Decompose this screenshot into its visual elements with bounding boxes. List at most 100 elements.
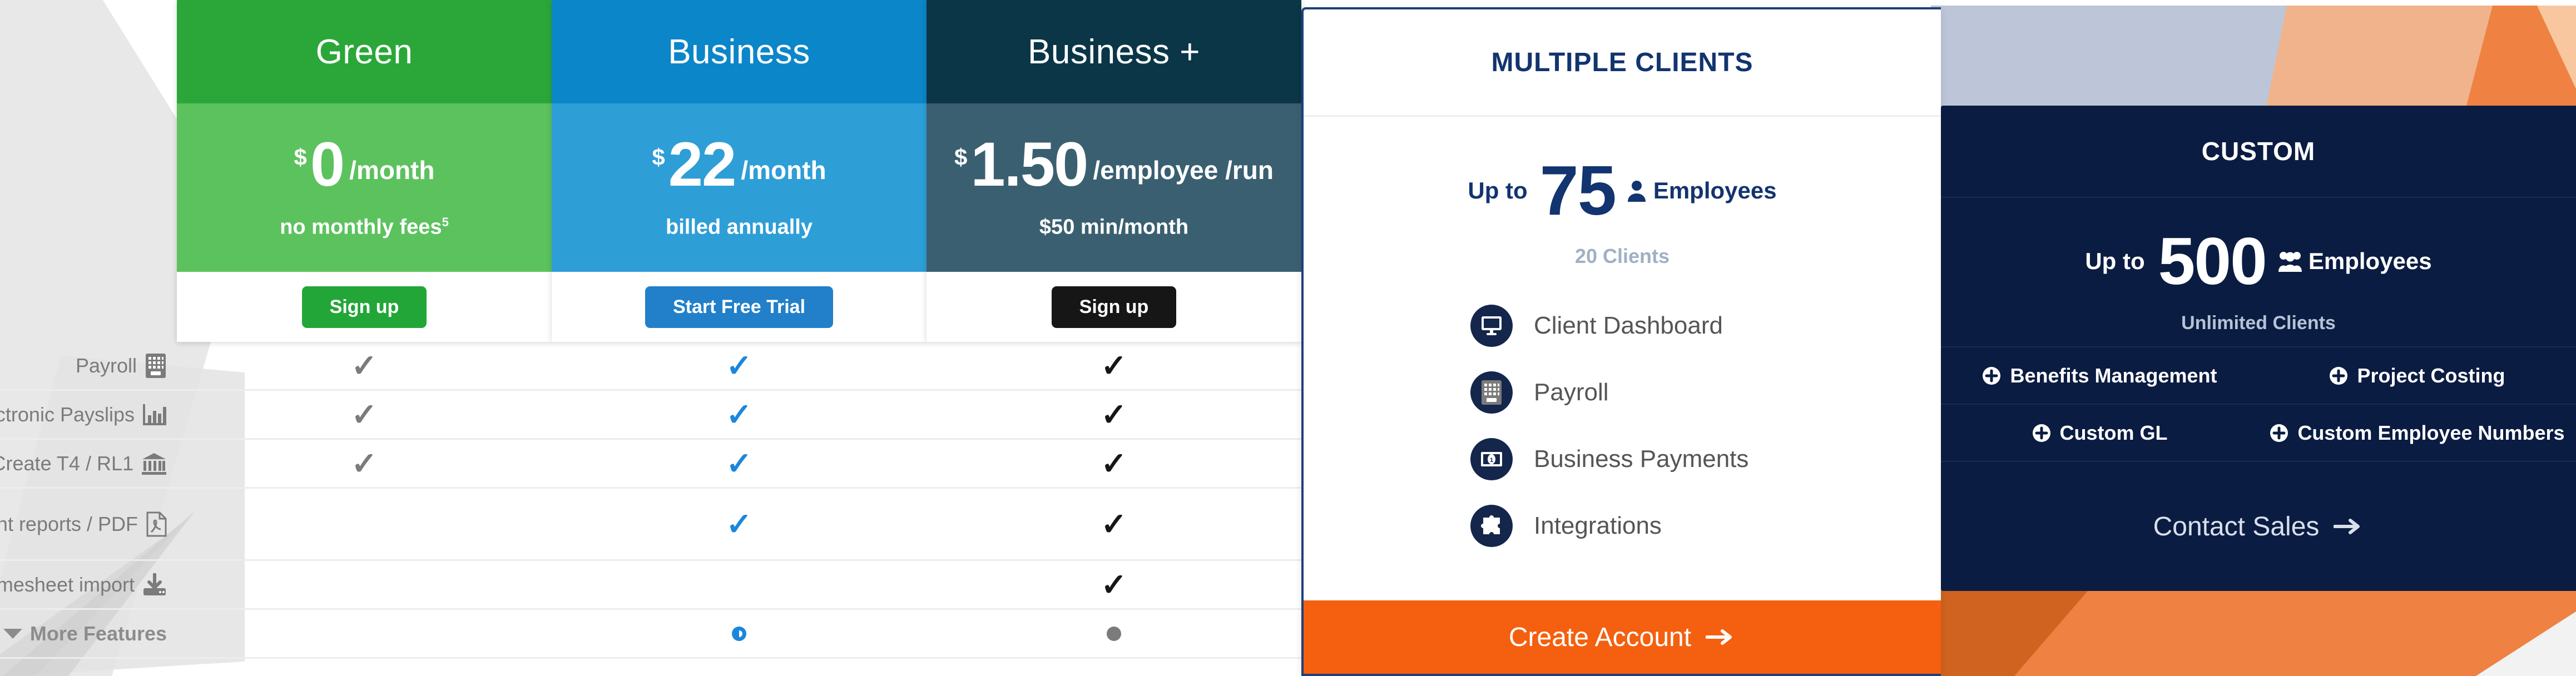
download-icon xyxy=(142,573,167,597)
feature-row: Print reports / PDF ✓ ✓ xyxy=(0,489,1301,561)
half-circle-icon xyxy=(732,626,746,641)
custom-addons-grid: Benefits Management Project Costing Custom… xyxy=(1941,346,2576,462)
feature-label-cell: Create T4 / RL1 xyxy=(0,452,177,475)
multiple-clients-feature-item: Payroll xyxy=(1470,371,1941,414)
multiple-clients-feature-item: Integrations xyxy=(1470,505,1941,547)
multiple-clients-feature-label: Payroll xyxy=(1534,379,1609,406)
arrow-right-icon xyxy=(2334,519,2360,534)
more-features-row[interactable]: More Features xyxy=(0,610,1301,659)
person-icon xyxy=(1627,181,1646,202)
employee-count: 75 xyxy=(1539,151,1617,230)
more-features-label: More Features xyxy=(29,622,167,645)
plan-header-green: Green xyxy=(177,0,552,103)
feature-row: Create T4 / RL1 ✓ ✓ ✓ xyxy=(0,440,1301,489)
checkmark-icon: ✓ xyxy=(1101,566,1127,602)
price-period: /month xyxy=(741,156,826,185)
checkmark-icon: ✓ xyxy=(726,347,752,383)
monitor-icon xyxy=(1470,305,1513,347)
bank-icon xyxy=(141,452,167,475)
multiple-clients-feature-label: Business Payments xyxy=(1534,445,1749,473)
currency-symbol: $ xyxy=(294,144,307,171)
puzzle-icon xyxy=(1470,505,1513,547)
plan-price-business: $ 22 /month billed annually xyxy=(552,103,927,272)
currency-symbol: $ xyxy=(652,144,665,171)
feature-cell-business-plus: ✓ xyxy=(927,569,1301,600)
plan-cta-area-business-plus: Sign up xyxy=(927,272,1301,342)
feature-cell-business-plus: ✓ xyxy=(927,448,1301,479)
price-amount: 22 xyxy=(668,130,737,200)
multiple-clients-feature-label: Integrations xyxy=(1534,512,1662,539)
checkmark-icon: ✓ xyxy=(1101,396,1127,432)
more-features-toggle[interactable]: More Features xyxy=(0,622,177,645)
signup-button-business-plus[interactable]: Sign up xyxy=(1051,286,1177,328)
plan-card-business-plus[interactable]: Business + $ 1.50 /employee /run $50 min… xyxy=(927,0,1301,342)
checkmark-icon: ✓ xyxy=(726,445,752,481)
price-row: $ 1.50 /employee /run xyxy=(954,130,1274,200)
custom-addon-item[interactable]: Custom GL xyxy=(1941,405,2258,462)
feature-label: Electronic Payslips xyxy=(0,402,135,426)
plan-cards-region: Green $ 0 /month no monthly fees5 Sign u… xyxy=(177,0,1301,342)
more-features-cell-business xyxy=(552,626,927,641)
multiple-clients-title: MULTIPLE CLIENTS xyxy=(1304,9,1941,117)
price-note-text: $50 min/month xyxy=(1039,215,1189,239)
feature-row: Electronic Payslips ✓ ✓ ✓ xyxy=(0,391,1301,440)
feature-row: Timesheet import ✓ xyxy=(0,561,1301,610)
plan-price-green: $ 0 /month no monthly fees5 xyxy=(177,103,552,272)
checkmark-icon: ✓ xyxy=(1101,506,1127,541)
multiple-clients-feature-item: 1 Business Payments xyxy=(1470,438,1941,480)
employees-label-wrap: Employees xyxy=(1627,177,1777,204)
people-group-icon xyxy=(2278,252,2302,272)
banknote-icon: 1 xyxy=(1470,438,1513,480)
multiple-clients-feature-item: Client Dashboard xyxy=(1470,305,1941,347)
multiple-clients-feature-label: Client Dashboard xyxy=(1534,312,1723,339)
svg-text:1: 1 xyxy=(1490,457,1493,464)
feature-cell-business-plus: ✓ xyxy=(927,399,1301,430)
employees-label: Employees xyxy=(2308,248,2432,274)
custom-addon-item[interactable]: Custom Employee Numbers xyxy=(2258,405,2576,462)
price-amount: 0 xyxy=(310,130,345,200)
feature-label: Print reports / PDF xyxy=(0,512,138,535)
create-account-button[interactable]: Create Account xyxy=(1304,600,1941,674)
plan-card-list: Green $ 0 /month no monthly fees5 Sign u… xyxy=(177,0,1301,342)
checkmark-icon: ✓ xyxy=(726,396,752,432)
price-note: billed annually xyxy=(666,215,813,240)
custom-addon-item[interactable]: Project Costing xyxy=(2258,347,2576,405)
price-note-text: no monthly fees xyxy=(280,215,442,239)
more-features-cell-business-plus xyxy=(927,626,1301,641)
feature-row: Payroll ✓ ✓ ✓ xyxy=(0,342,1301,391)
plan-price-business-plus: $ 1.50 /employee /run $50 min/month xyxy=(927,103,1301,272)
signup-button-green[interactable]: Sign up xyxy=(301,286,427,328)
checkmark-icon: ✓ xyxy=(351,396,378,432)
price-amount: 1.50 xyxy=(970,130,1088,200)
feature-cell-business-plus: ✓ xyxy=(927,506,1301,541)
plus-circle-icon xyxy=(2330,366,2348,385)
multiple-clients-panel: MULTIPLE CLIENTS Up to 75 Employees 20 C… xyxy=(1301,7,1941,676)
start-free-trial-button[interactable]: Start Free Trial xyxy=(645,286,834,328)
contact-sales-button[interactable]: Contact Sales xyxy=(1941,462,2576,591)
feature-cell-green: ✓ xyxy=(177,448,552,479)
create-account-label: Create Account xyxy=(1508,622,1692,652)
feature-label: Payroll xyxy=(75,354,137,377)
pdf-icon xyxy=(146,511,167,537)
clients-count-label: Unlimited Clients xyxy=(2181,312,2336,334)
feature-cell-business: ✓ xyxy=(552,448,927,479)
calculator-icon xyxy=(145,353,167,379)
price-note-text: billed annually xyxy=(666,215,813,239)
checkmark-icon: ✓ xyxy=(1101,445,1127,481)
feature-cell-business: ✓ xyxy=(552,508,927,540)
arrow-right-icon xyxy=(1706,629,1732,645)
checkmark-icon: ✓ xyxy=(351,347,378,383)
multiple-clients-capacity: Up to 75 Employees 20 Clients xyxy=(1304,117,1941,279)
currency-symbol: $ xyxy=(954,144,968,171)
plan-header-business-plus: Business + xyxy=(927,0,1301,103)
checkmark-icon: ✓ xyxy=(1101,347,1127,383)
custom-addon-item[interactable]: Benefits Management xyxy=(1941,347,2258,405)
plan-card-green[interactable]: Green $ 0 /month no monthly fees5 Sign u… xyxy=(177,0,552,342)
feature-label: Timesheet import xyxy=(0,573,135,596)
feature-cell-business: ✓ xyxy=(552,399,927,430)
plan-card-business[interactable]: Business $ 22 /month billed annually Sta… xyxy=(552,0,927,342)
contact-sales-label: Contact Sales xyxy=(2153,511,2320,541)
custom-title: CUSTOM xyxy=(1941,106,2576,198)
bar-chart-icon xyxy=(142,403,167,426)
capacity-row: Up to 75 Employees xyxy=(1468,156,1776,226)
